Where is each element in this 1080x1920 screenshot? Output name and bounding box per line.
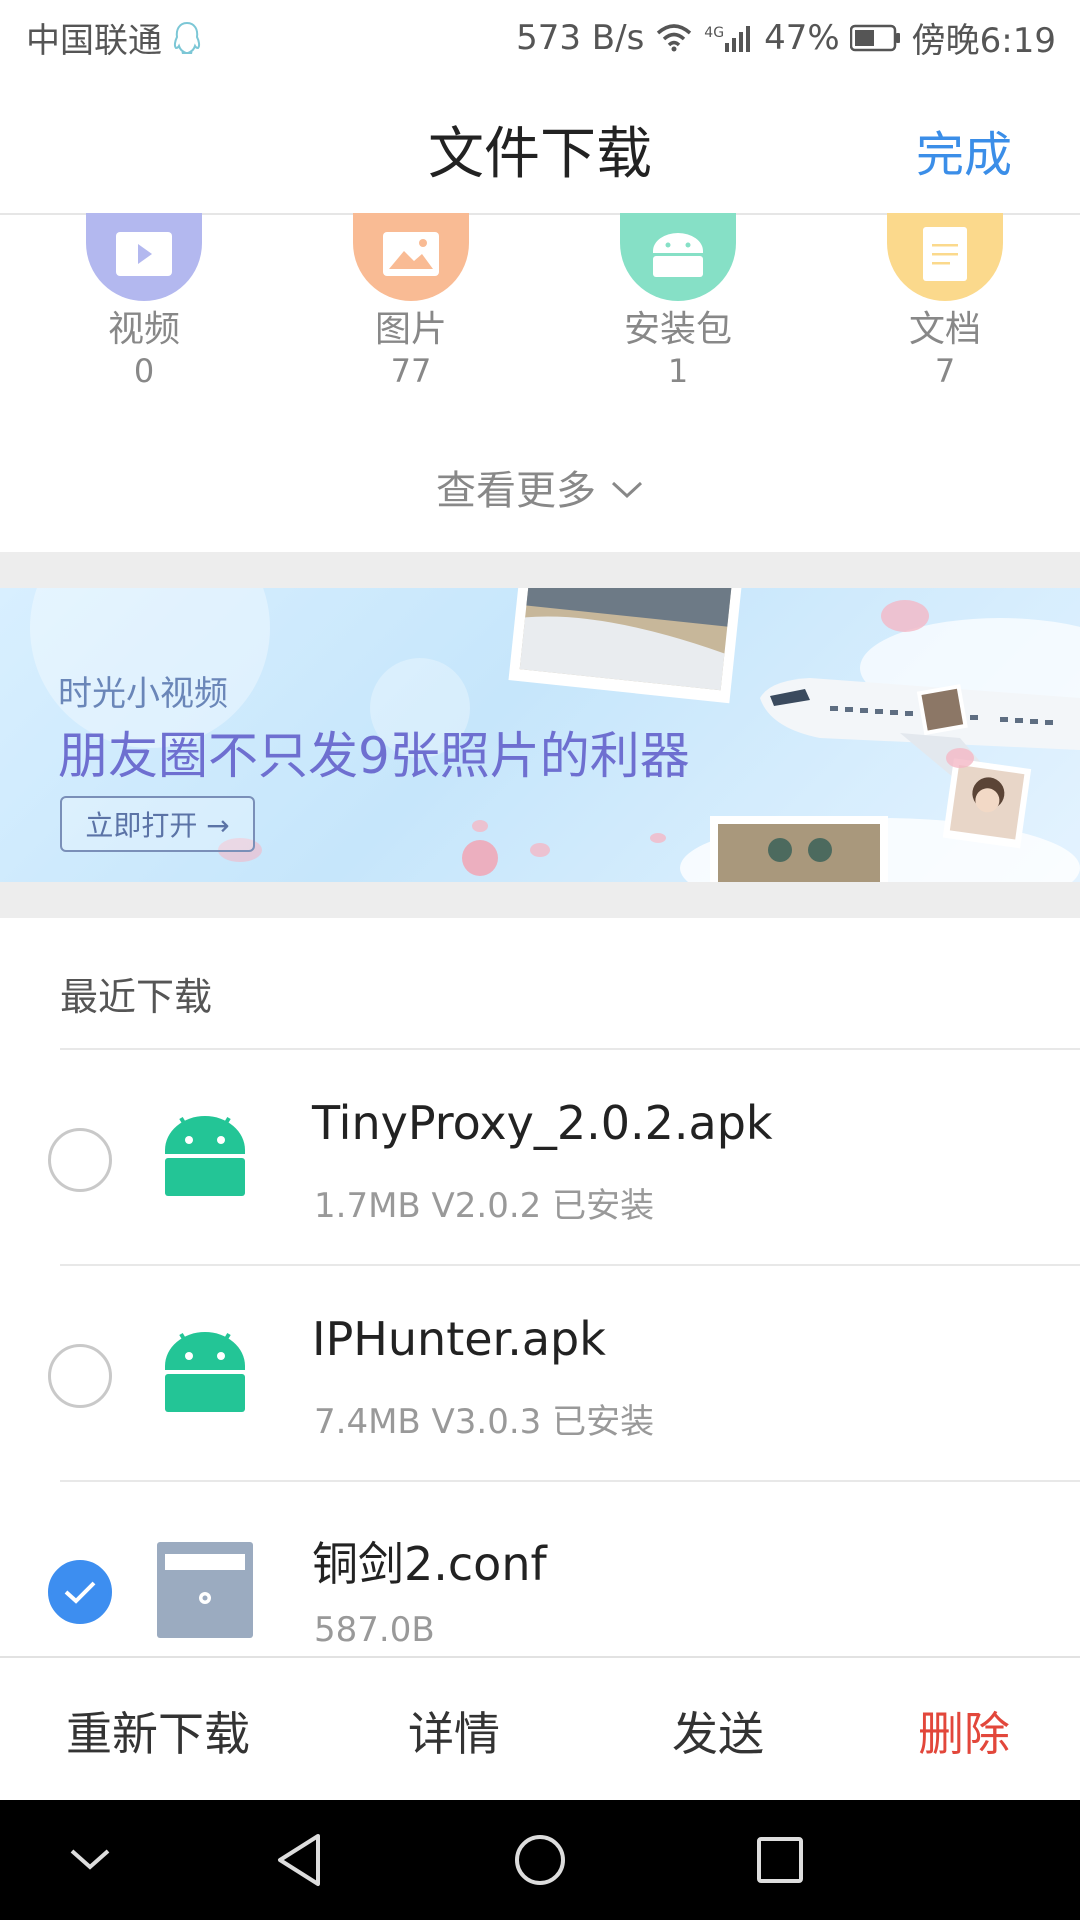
category-label: 图片 (374, 309, 447, 350)
download-list: TinyProxy_2.0.2.apk 1.7MB V2.0.2 已安装 IPH… (0, 1048, 1080, 1696)
system-nav-bar (0, 1800, 1080, 1920)
list-item[interactable]: IPHunter.apk 7.4MB V3.0.3 已安装 (48, 1264, 1080, 1480)
file-meta: 7.4MB V3.0.3 已安装 (314, 1402, 655, 1442)
category-count: 77 (390, 352, 432, 390)
category-count: 7 (934, 352, 956, 390)
select-radio[interactable] (48, 1344, 112, 1408)
back-triangle-icon (278, 1834, 320, 1886)
video-icon (86, 213, 202, 301)
net-speed: 573 B/s (516, 17, 645, 58)
banner-subtitle: 时光小视频 (58, 674, 228, 714)
file-name: IPHunter.apk (312, 1312, 606, 1366)
wifi-icon (654, 23, 694, 53)
file-icon (155, 1540, 255, 1640)
category-grid: 视频 0 图片 77 安装包 1 文档 7 (0, 213, 1080, 405)
battery-icon (849, 24, 902, 52)
category-label: 安装包 (623, 309, 732, 350)
checkmark-icon (64, 1581, 96, 1604)
hide-nav-button[interactable] (60, 1830, 120, 1890)
signal-icon: 4G (704, 23, 754, 53)
send-button[interactable]: 发送 (672, 1698, 764, 1764)
android-icon (620, 213, 736, 301)
category-images[interactable]: 图片 77 (311, 213, 511, 391)
clock: 傍晚6:19 (911, 21, 1056, 61)
action-bar: 重新下载 详情 发送 删除 (0, 1656, 1080, 1800)
android-icon (155, 1108, 255, 1208)
status-bar: 中国联通 573 B/s 4G 47% 傍晚6:19 (0, 0, 1080, 75)
file-name: 铜剑2.conf (312, 1537, 547, 1591)
file-name: TinyProxy_2.0.2.apk (312, 1096, 773, 1150)
details-button[interactable]: 详情 (408, 1698, 500, 1764)
battery-percent: 47% (764, 17, 840, 58)
category-video[interactable]: 视频 0 (44, 213, 244, 391)
redownload-button[interactable]: 重新下载 (66, 1698, 250, 1764)
qq-notification-icon (172, 21, 202, 55)
app-header: 文件下载 完成 (0, 75, 1080, 215)
category-documents[interactable]: 文档 7 (845, 213, 1045, 391)
see-more-label: 查看更多 (436, 468, 596, 514)
see-more-button[interactable]: 查看更多 (0, 458, 1080, 516)
home-circle-icon (515, 1835, 565, 1885)
document-icon (887, 213, 1003, 301)
chevron-down-icon (610, 464, 644, 510)
section-divider (0, 552, 1080, 588)
banner-headline: 朋友圈不只发9张照片的利器 (58, 727, 690, 785)
category-count: 1 (667, 352, 689, 390)
banner-open-button[interactable]: 立即打开 → (60, 796, 255, 852)
network-type: 4G (704, 24, 725, 41)
recents-button[interactable] (750, 1830, 810, 1890)
recents-square-icon (757, 1837, 803, 1883)
file-meta: 587.0B (314, 1610, 435, 1650)
file-meta: 1.7MB V2.0.2 已安装 (314, 1186, 655, 1226)
android-icon (155, 1324, 255, 1424)
select-radio-checked[interactable] (48, 1560, 112, 1624)
chevron-down-icon (70, 1849, 110, 1870)
status-right: 573 B/s 4G 47% 傍晚6:19 (516, 13, 1056, 62)
status-left: 中国联通 (26, 13, 202, 62)
done-button[interactable]: 完成 (916, 115, 1012, 185)
category-apk[interactable]: 安装包 1 (578, 213, 778, 391)
category-count: 0 (133, 352, 155, 390)
category-label: 视频 (107, 309, 180, 350)
recent-downloads-title: 最近下载 (60, 975, 213, 1019)
select-radio[interactable] (48, 1128, 112, 1192)
delete-button[interactable]: 删除 (918, 1698, 1010, 1764)
section-divider (0, 882, 1080, 918)
carrier-name: 中国联通 (26, 21, 162, 61)
list-item[interactable]: TinyProxy_2.0.2.apk 1.7MB V2.0.2 已安装 (48, 1048, 1080, 1264)
home-button[interactable] (510, 1830, 570, 1890)
back-button[interactable] (270, 1830, 330, 1890)
image-icon (353, 213, 469, 301)
category-label: 文档 (908, 309, 981, 350)
promo-banner[interactable]: 时光小视频 朋友圈不只发9张照片的利器 立即打开 → (0, 588, 1080, 882)
